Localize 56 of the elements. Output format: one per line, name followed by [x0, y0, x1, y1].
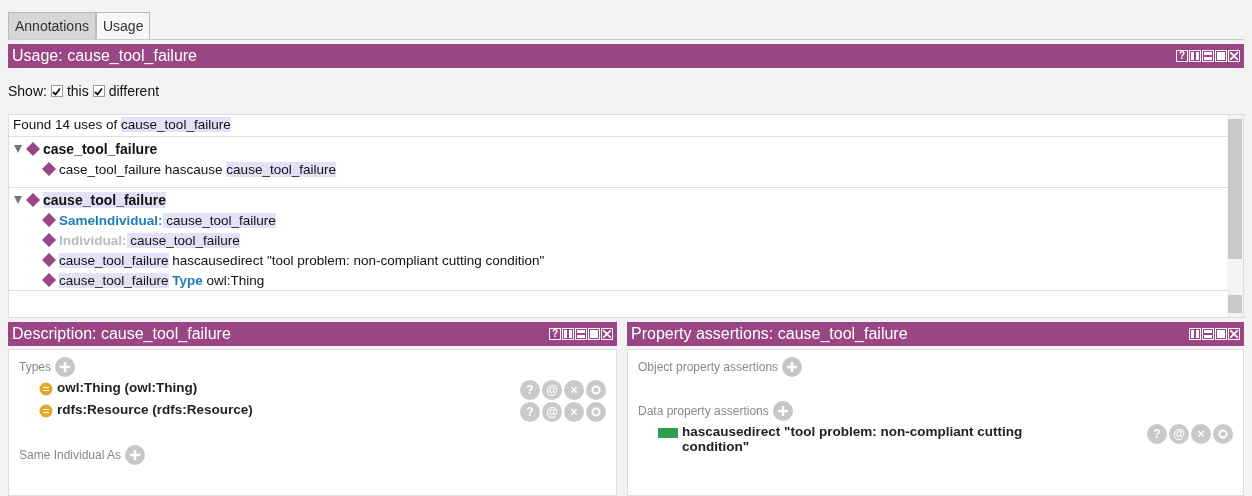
diamond-icon — [41, 212, 57, 228]
ring-icon — [591, 407, 601, 417]
plus-icon — [129, 449, 142, 461]
close-button[interactable] — [601, 328, 613, 340]
class-icon — [39, 382, 53, 396]
assertion-text: owl:Thing (owl:Thing) — [57, 380, 198, 395]
plus-icon — [59, 361, 71, 373]
split-vertical-button[interactable] — [562, 328, 574, 340]
tree-node-label[interactable]: cause_tool_failure — [43, 192, 166, 208]
section-label: Same Individual As — [19, 448, 122, 462]
assertion-text: hascausedirect "tool problem: non-compliant cutting condition" — [682, 424, 1024, 454]
panel-title: Usage: cause_tool_failure — [12, 47, 197, 65]
close-button[interactable] — [1228, 328, 1240, 340]
section-label: Types — [19, 360, 51, 374]
checkbox[interactable] — [50, 85, 63, 97]
help-button[interactable]: ? — [549, 328, 561, 340]
usage-axiom[interactable]: case_tool_failure hascause cause_tool_failure — [59, 161, 336, 177]
maximize-button[interactable] — [588, 328, 600, 340]
panel-title: Description: cause_tool_failure — [12, 325, 231, 343]
diamond-icon — [41, 161, 57, 177]
tab[interactable]: Usage — [95, 12, 151, 39]
assertion-text: rdfs:Resource (rdfs:Resource) — [57, 402, 253, 417]
diamond-icon — [41, 252, 57, 268]
tree-node-label[interactable]: case_tool_failure — [43, 141, 158, 157]
diamond-icon — [25, 192, 41, 208]
maximize-button[interactable] — [1215, 328, 1227, 340]
split-horizontal-button[interactable] — [1202, 50, 1214, 62]
plus-icon — [786, 361, 799, 373]
diamond-icon — [41, 232, 57, 248]
usage-axiom[interactable]: cause_tool_failure hascausedirect "tool problem: non-compliant cutting condition" — [59, 252, 545, 268]
show-label: Show: — [8, 83, 47, 99]
checkbox-label: different — [108, 83, 160, 99]
ring-icon — [591, 385, 601, 395]
split-horizontal-button[interactable] — [1202, 328, 1214, 340]
section-label: Data property assertions — [638, 404, 769, 418]
plus-icon — [776, 405, 789, 417]
class-icon — [39, 404, 53, 418]
data-property-icon — [658, 428, 678, 438]
checkbox[interactable] — [92, 85, 105, 97]
split-vertical-button[interactable] — [1189, 50, 1201, 62]
split-vertical-button[interactable] — [1189, 328, 1201, 340]
maximize-button[interactable] — [1215, 50, 1227, 62]
tab[interactable]: Annotations — [8, 12, 96, 39]
ring-icon — [1218, 429, 1228, 439]
panel-title: Property assertions: cause_tool_failure — [631, 325, 908, 343]
diamond-icon — [41, 272, 57, 288]
split-horizontal-button[interactable] — [575, 328, 587, 340]
help-button[interactable]: ? — [1176, 50, 1188, 62]
section-label: Object property assertions — [638, 360, 779, 374]
collapse-icon[interactable] — [13, 195, 23, 205]
diamond-icon — [25, 141, 41, 157]
found-text: Found 14 uses of cause_tool_failure — [13, 117, 231, 132]
scrollbar-thumb — [1228, 295, 1242, 313]
checkbox-label: this — [66, 83, 89, 99]
collapse-icon[interactable] — [13, 144, 23, 154]
close-button[interactable] — [1228, 50, 1240, 62]
